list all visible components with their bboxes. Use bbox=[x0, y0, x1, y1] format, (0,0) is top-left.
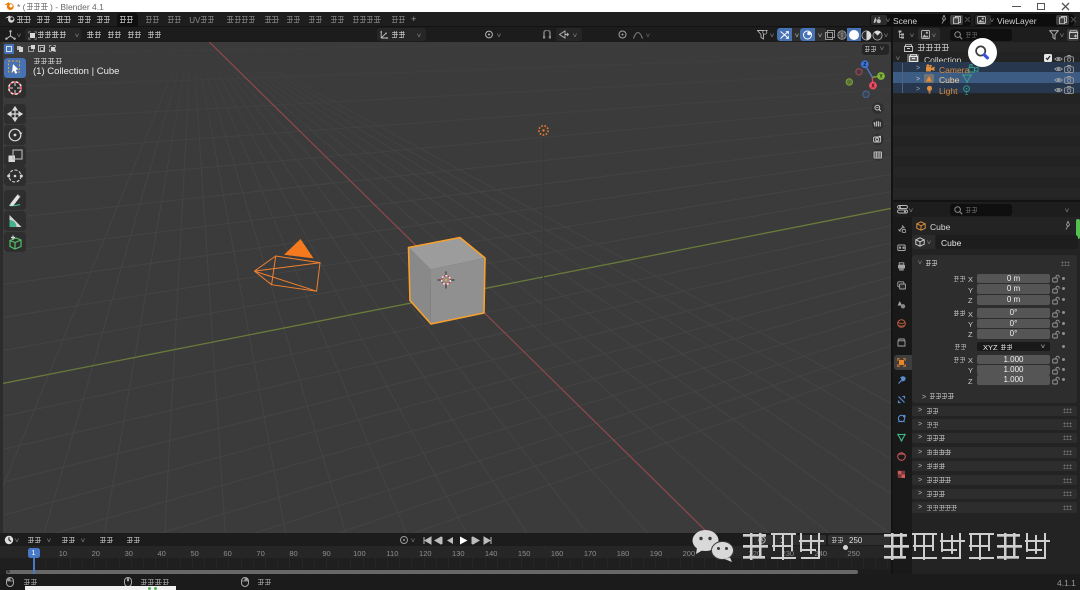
svg-text:Z: Z bbox=[863, 62, 866, 68]
